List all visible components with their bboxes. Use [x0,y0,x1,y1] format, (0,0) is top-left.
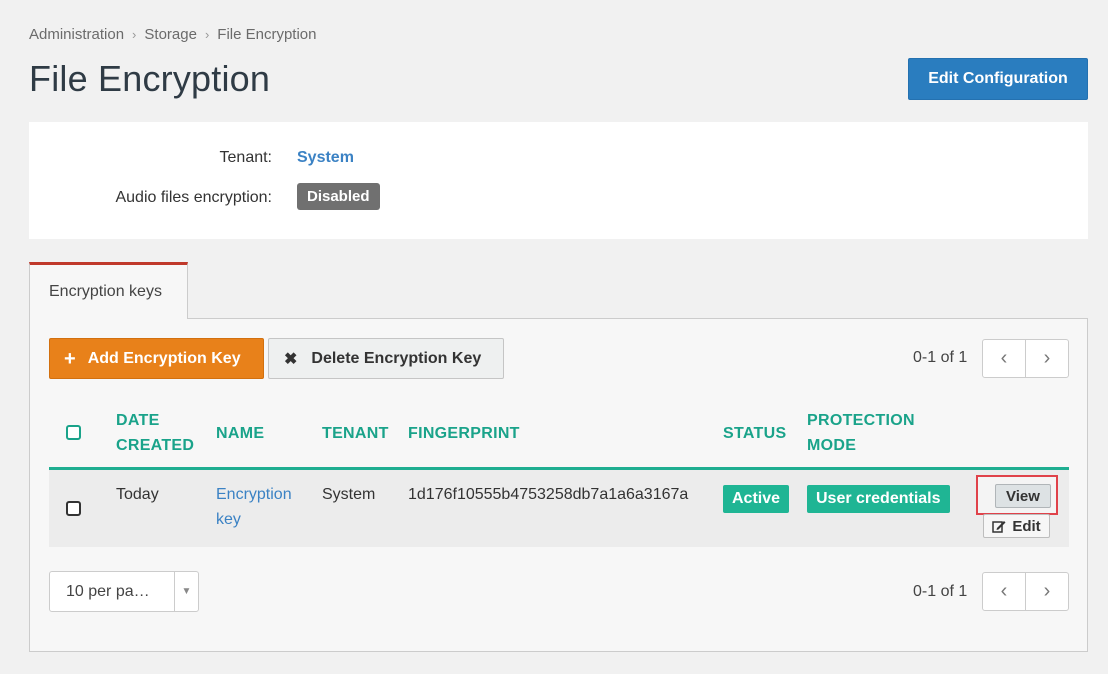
header-protection-line2: MODE [807,437,857,454]
edit-button-label: Edit [1012,517,1041,535]
add-encryption-key-label: Add Encryption Key [87,349,241,367]
info-panel: Tenant: System Audio files encryption: D… [29,122,1088,239]
add-encryption-key-button[interactable]: + Add Encryption Key [49,338,264,379]
per-page-value: 10 per pa… [66,583,150,600]
status-badge-disabled: Disabled [297,183,380,210]
column-header-status[interactable]: STATUS [723,421,786,446]
pagination-bottom: ‹ › [982,572,1069,611]
tab-encryption-keys[interactable]: Encryption keys [29,262,188,319]
breadcrumb: Administration › Storage › File Encrypti… [29,26,317,43]
select-all-checkbox[interactable] [66,425,81,440]
chevron-right-icon[interactable]: › [1026,573,1068,610]
dropdown-arrow-icon[interactable]: ▼ [174,572,198,611]
view-button[interactable]: View [995,484,1051,508]
chevron-left-icon[interactable]: ‹ [983,573,1026,610]
page-title: File Encryption [29,58,271,99]
edit-configuration-button[interactable]: Edit Configuration [908,58,1088,100]
header-protection-line1: PROTECTION [807,412,915,429]
column-header-tenant[interactable]: TENANT [322,421,389,446]
chevron-right-icon[interactable]: › [1026,340,1068,377]
pager-count-bottom: 0-1 of 1 [913,583,968,600]
chevron-right-icon: › [204,27,210,42]
encryption-keys-panel: + Add Encryption Key ✖ Delete Encryption… [29,318,1088,652]
column-header-name[interactable]: NAME [216,421,264,446]
pagination-top: ‹ › [982,339,1069,378]
breadcrumb-storage[interactable]: Storage [144,26,197,43]
header-date-line2: CREATED [116,437,195,454]
per-page-select[interactable]: 10 per pa… ▼ [49,571,199,612]
delete-encryption-key-button[interactable]: ✖ Delete Encryption Key [268,338,504,379]
column-header-fingerprint[interactable]: FINGERPRINT [408,421,520,446]
row-date-created: Today [116,486,159,503]
status-badge-active: Active [723,485,790,513]
audio-encryption-label: Audio files encryption: [115,189,272,206]
pager-count-top: 0-1 of 1 [913,349,968,366]
protection-mode-badge: User credentials [807,485,950,513]
plus-icon: + [64,347,76,370]
row-tenant: System [322,486,376,503]
close-icon: ✖ [284,350,298,368]
header-date-line1: DATE [116,412,160,429]
breadcrumb-administration[interactable]: Administration [29,26,124,43]
column-header-protection-mode[interactable]: PROTECTION MODE [807,408,915,458]
row-name-line1: Encryption [216,486,292,503]
tenant-link[interactable]: System [297,149,354,167]
column-header-date-created[interactable]: DATE CREATED [116,408,194,458]
row-fingerprint: 1d176f10555b4753258db7a1a6a3167a [408,486,689,503]
row-name-line2: key [216,511,241,528]
row-checkbox[interactable] [66,501,81,516]
edit-button[interactable]: Edit [983,514,1050,538]
chevron-right-icon: › [132,27,137,42]
row-name-link[interactable]: Encryption key [216,482,292,532]
chevron-left-icon[interactable]: ‹ [983,340,1026,377]
edit-icon [992,520,1006,533]
delete-encryption-key-label: Delete Encryption Key [311,349,482,367]
breadcrumb-current: File Encryption [217,26,317,43]
tenant-label: Tenant: [219,149,272,166]
